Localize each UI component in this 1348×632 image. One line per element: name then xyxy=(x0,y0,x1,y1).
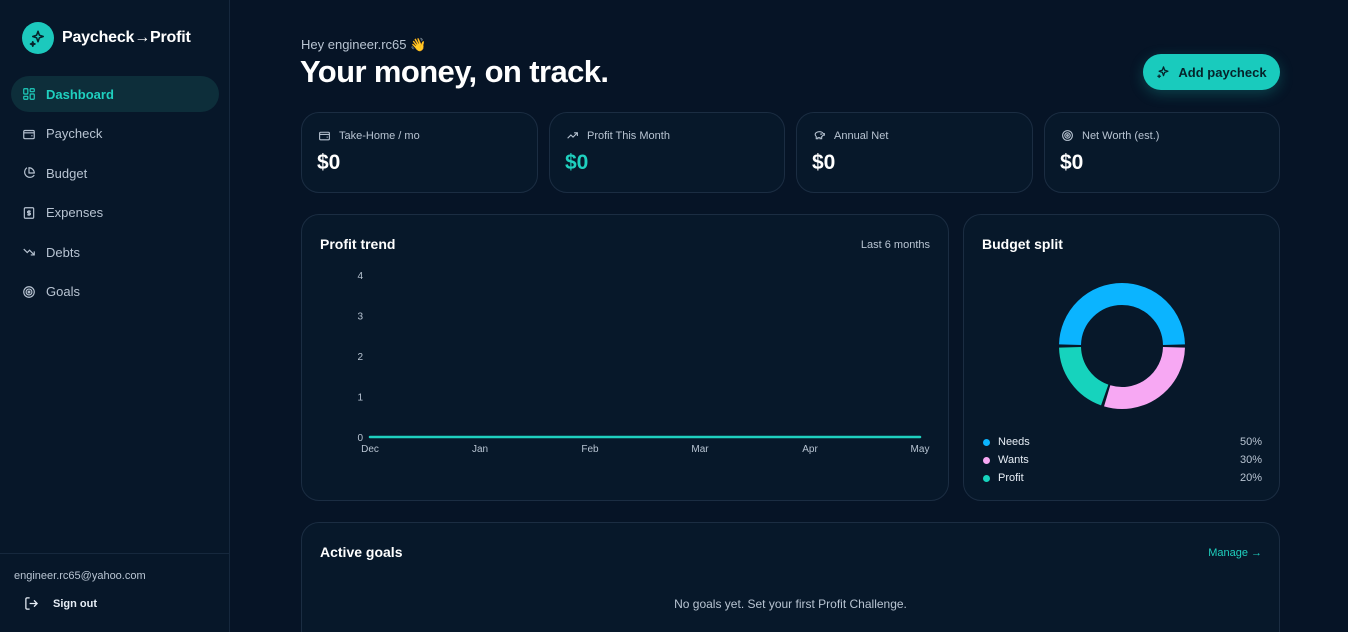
sidebar-item-label: Budget xyxy=(46,165,88,181)
target-icon xyxy=(1062,130,1073,141)
stat-label: Net Worth (est.) xyxy=(1082,129,1160,142)
sparkles-icon xyxy=(1157,65,1169,78)
target-icon xyxy=(23,285,35,298)
user-email: engineer.rc65@yahoo.com xyxy=(14,570,146,582)
stat-value: $0 xyxy=(565,151,589,174)
sidebar: Paycheck→Profit Dashboard Paycheck Budge… xyxy=(0,0,230,632)
piggy-bank-icon xyxy=(814,131,825,140)
sidebar-item-label: Goals xyxy=(46,284,80,299)
greeting: Hey engineer.rc65 👋 xyxy=(301,37,427,52)
legend-item-profit: Profit 20% xyxy=(983,469,1262,487)
legend-swatch xyxy=(983,438,990,446)
wallet-icon xyxy=(23,129,35,139)
y-tick-label: 1 xyxy=(357,393,363,404)
x-tick-label: Jan xyxy=(472,444,488,455)
brand[interactable]: Paycheck→Profit xyxy=(22,22,191,54)
trending-down-icon xyxy=(23,248,35,256)
y-tick-label: 2 xyxy=(357,352,363,363)
sidebar-item-label: Dashboard xyxy=(46,86,114,102)
active-goals-card: Active goals Manage → No goals yet. Set … xyxy=(301,522,1280,632)
sidebar-item-label: Debts xyxy=(46,244,80,260)
sidebar-item-label: Paycheck xyxy=(46,126,103,141)
manage-goals-link[interactable]: Manage → xyxy=(1208,547,1262,559)
pie-icon xyxy=(24,167,35,178)
sparkles-icon xyxy=(22,22,54,54)
page-title: Your money, on track. xyxy=(300,54,609,89)
y-tick-label: 3 xyxy=(357,312,363,323)
x-tick-label: Feb xyxy=(581,444,599,455)
legend-label: Profit xyxy=(998,472,1024,484)
stat-card-net-worth: Net Worth (est.) $0 xyxy=(1044,112,1280,193)
legend-label: Wants xyxy=(998,454,1029,466)
budget-split-legend: Needs 50% Wants 30% Profit 20% xyxy=(983,433,1262,487)
stat-card-profit-this-month: Profit This Month $0 xyxy=(549,112,785,193)
add-paycheck-label: Add paycheck xyxy=(1178,64,1267,80)
donut-slice-profit xyxy=(1059,346,1109,406)
stat-value: $0 xyxy=(812,151,836,174)
stat-label: Annual Net xyxy=(834,129,889,142)
x-tick-label: Dec xyxy=(361,444,379,455)
sidebar-nav: Dashboard Paycheck Budget Expenses Debts… xyxy=(11,76,219,313)
receipt-icon xyxy=(23,206,35,219)
legend-value: 20% xyxy=(1239,472,1262,484)
x-tick-label: Apr xyxy=(802,444,818,455)
stat-card-annual-net: Annual Net $0 xyxy=(796,112,1033,193)
sidebar-item-expenses[interactable]: Expenses xyxy=(11,195,219,231)
y-tick-label: 4 xyxy=(357,271,363,282)
sign-out-button[interactable]: Sign out xyxy=(24,596,97,611)
legend-item-wants: Wants 30% xyxy=(983,451,1262,469)
trending-up-icon xyxy=(567,132,578,139)
legend-swatch xyxy=(983,456,990,464)
sidebar-item-paycheck[interactable]: Paycheck xyxy=(11,116,219,152)
legend-label: Needs xyxy=(998,436,1030,448)
wallet-icon xyxy=(319,131,330,141)
grid-icon xyxy=(23,88,35,100)
budget-split-chart xyxy=(1059,283,1185,409)
sign-out-label: Sign out xyxy=(53,597,97,610)
donut-slice-needs xyxy=(1059,283,1185,346)
donut-slice-wants xyxy=(1104,346,1185,409)
stat-label: Profit This Month xyxy=(587,129,670,142)
profit-trend-card: Profit trend Last 6 months 0 1 2 3 4 Dec Jan Fe… xyxy=(301,214,949,501)
brand-name: Paycheck→Profit xyxy=(62,29,191,46)
stat-card-take-home: Take-Home / mo $0 xyxy=(301,112,538,193)
legend-item-needs: Needs 50% xyxy=(983,433,1262,451)
x-tick-label: Mar xyxy=(691,444,709,455)
logout-icon xyxy=(25,597,39,610)
add-paycheck-button[interactable]: Add paycheck xyxy=(1143,54,1280,90)
stat-value: $0 xyxy=(317,151,341,174)
stat-value: $0 xyxy=(1060,151,1084,174)
profit-trend-chart: 0 1 2 3 4 Dec Jan Feb Mar Apr May xyxy=(357,271,930,455)
sidebar-item-dashboard[interactable]: Dashboard xyxy=(11,76,219,112)
x-tick-label: May xyxy=(911,444,930,455)
sidebar-item-goals[interactable]: Goals xyxy=(11,274,219,310)
sidebar-footer: engineer.rc65@yahoo.com Sign out xyxy=(0,553,229,632)
legend-value: 30% xyxy=(1239,454,1262,466)
active-goals-title: Active goals xyxy=(320,544,403,560)
goals-empty-state: No goals yet. Set your first Profit Chal… xyxy=(674,597,907,611)
legend-swatch xyxy=(983,474,990,482)
stat-label: Take-Home / mo xyxy=(339,129,420,142)
legend-value: 50% xyxy=(1239,436,1262,448)
y-tick-label: 0 xyxy=(357,433,363,444)
sidebar-item-debts[interactable]: Debts xyxy=(11,234,219,270)
sidebar-item-label: Expenses xyxy=(46,205,104,220)
budget-split-card: Budget split Needs 50% Wants 30% Profit 20% xyxy=(963,214,1280,501)
sidebar-item-budget[interactable]: Budget xyxy=(11,155,219,191)
